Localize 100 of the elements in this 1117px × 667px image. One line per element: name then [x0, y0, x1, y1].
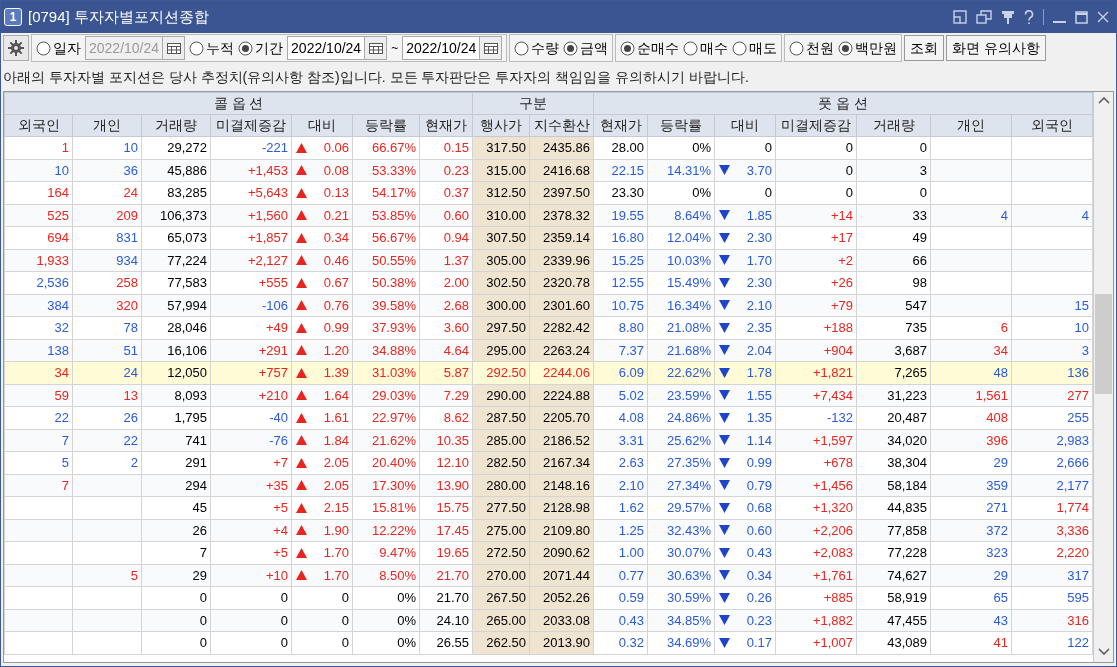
table-cell: 2,983 [1011, 429, 1093, 452]
table-cell: 5 [72, 564, 142, 587]
table-cell: 47,455 [856, 609, 931, 632]
table-cell: 20.40% [352, 451, 420, 474]
table-cell: -40 [210, 406, 292, 429]
table-cell: 3.60 [419, 316, 473, 339]
table-cell: 27.34% [647, 474, 715, 497]
table-cell-text: 1.35 [746, 409, 773, 427]
table-cell: 3.31 [593, 429, 648, 452]
table-cell: 16.34% [647, 294, 715, 317]
table-cell: 56.67% [352, 226, 420, 249]
table-cell: 6 [930, 316, 1012, 339]
table-cell: 25.62% [647, 429, 715, 452]
table-cell: 2,220 [1011, 541, 1093, 564]
table-cell-text: 1.70 [323, 544, 349, 562]
table-cell: 0 [141, 631, 211, 654]
date-field[interactable]: 2022/10/24 [287, 36, 388, 60]
table-cell: +2,127 [210, 249, 292, 272]
date-field[interactable]: 2022/10/24 [402, 36, 503, 60]
table-cell: 0.32 [593, 631, 648, 654]
table-cell: 32 [4, 316, 73, 339]
table-cell: 2,666 [1011, 451, 1093, 474]
table-cell: 24 [72, 181, 142, 204]
table-cell: 32.43% [647, 519, 715, 542]
table-cell-text: 1.70 [323, 566, 349, 585]
radio-option[interactable]: 천원 [789, 37, 835, 59]
table-cell: 24.86% [647, 406, 715, 429]
table-cell: 1 [4, 136, 73, 159]
radio-option[interactable]: 수량 [514, 37, 560, 59]
help-icon[interactable] [1024, 9, 1034, 25]
scroll-up-icon[interactable] [1097, 96, 1110, 104]
table-cell-text: 1.20 [323, 341, 349, 360]
calendar-icon [166, 42, 181, 54]
column-header[interactable]: 외국인 [4, 114, 73, 137]
table-cell: 3 [856, 159, 931, 182]
table-cell-text: 0.43 [746, 544, 773, 562]
table-cell: 50.38% [352, 271, 420, 294]
table-cell: 45 [141, 496, 211, 519]
radio-option[interactable]: 매수 [683, 37, 729, 59]
table-cell: 0 [775, 181, 857, 204]
table-cell-text: 1.64 [323, 386, 349, 405]
table-cell: 1,933 [4, 249, 73, 272]
table-cell: 4.08 [593, 406, 648, 429]
table-cell: 0.77 [593, 564, 648, 587]
radio-option[interactable]: 누적 [189, 37, 235, 59]
table-cell: 10.75 [593, 294, 648, 317]
table-cell: 4 [1011, 204, 1093, 227]
table-cell: 741 [141, 429, 211, 452]
table-cell: 2.63 [593, 451, 648, 474]
table-cell: 50.55% [352, 249, 420, 272]
table-cell-text: 1.84 [323, 431, 349, 450]
table-cell: 34 [4, 361, 73, 384]
table-cell: 77,858 [856, 519, 931, 542]
table-cell: 2.10 [593, 474, 648, 497]
table-cell: 22.97% [352, 406, 420, 429]
table-cell: 13 [72, 384, 142, 407]
table-cell: 24.10 [419, 609, 473, 632]
table-cell: 26.55 [419, 631, 473, 654]
vertical-scrollbar[interactable] [1093, 92, 1113, 662]
table-cell: 15.75 [419, 496, 473, 519]
radio-option[interactable]: 매도 [732, 37, 778, 59]
table-cell: 26 [72, 406, 142, 429]
table-cell: +17 [775, 226, 857, 249]
table-cell: 10 [72, 136, 142, 159]
table-cell: 29 [930, 451, 1012, 474]
table-cell: 66 [856, 249, 931, 272]
range-separator: ~ [391, 40, 399, 57]
calendar-icon [483, 42, 498, 54]
pin-icon[interactable] [1001, 9, 1015, 25]
table-cell: 735 [856, 316, 931, 339]
table-cell: -221 [210, 136, 292, 159]
table-cell: 59 [4, 384, 73, 407]
toolbar-button[interactable]: 화면 유의사항 [946, 35, 1047, 61]
table-cell: 22 [4, 406, 73, 429]
maximize-icon[interactable] [1075, 10, 1088, 24]
scrollbar-thumb[interactable] [1095, 294, 1113, 394]
table-cell-text: 1.55 [746, 386, 773, 405]
radio-option[interactable]: 금액 [563, 37, 609, 59]
settings-button[interactable] [3, 35, 29, 61]
new-window-icon[interactable] [976, 10, 992, 24]
scroll-down-icon[interactable] [1097, 648, 1110, 656]
radio-option[interactable]: 기간 [238, 37, 284, 59]
table-cell: 34,020 [856, 429, 931, 452]
table-cell: 122 [1011, 631, 1093, 654]
table-cell: 10 [4, 159, 73, 182]
table-cell: 372 [930, 519, 1012, 542]
table-cell: 0 [291, 631, 353, 654]
radio-option[interactable]: 순매수 [620, 37, 680, 59]
close-icon[interactable] [1097, 11, 1109, 23]
table-cell: 12.10 [419, 451, 473, 474]
table-cell: 8.62 [419, 406, 473, 429]
toolbar-button[interactable]: 조회 [904, 35, 945, 61]
table-cell: 21.68% [647, 339, 715, 362]
table-cell: 0% [647, 181, 715, 204]
radio-option[interactable]: 백만원 [838, 37, 898, 59]
radio-option[interactable]: 일자 [36, 37, 81, 59]
layout-icon[interactable] [953, 10, 967, 24]
table-cell: +1,857 [210, 226, 292, 249]
table-cell: 21.70 [419, 564, 473, 587]
table-cell: +10 [210, 564, 292, 587]
